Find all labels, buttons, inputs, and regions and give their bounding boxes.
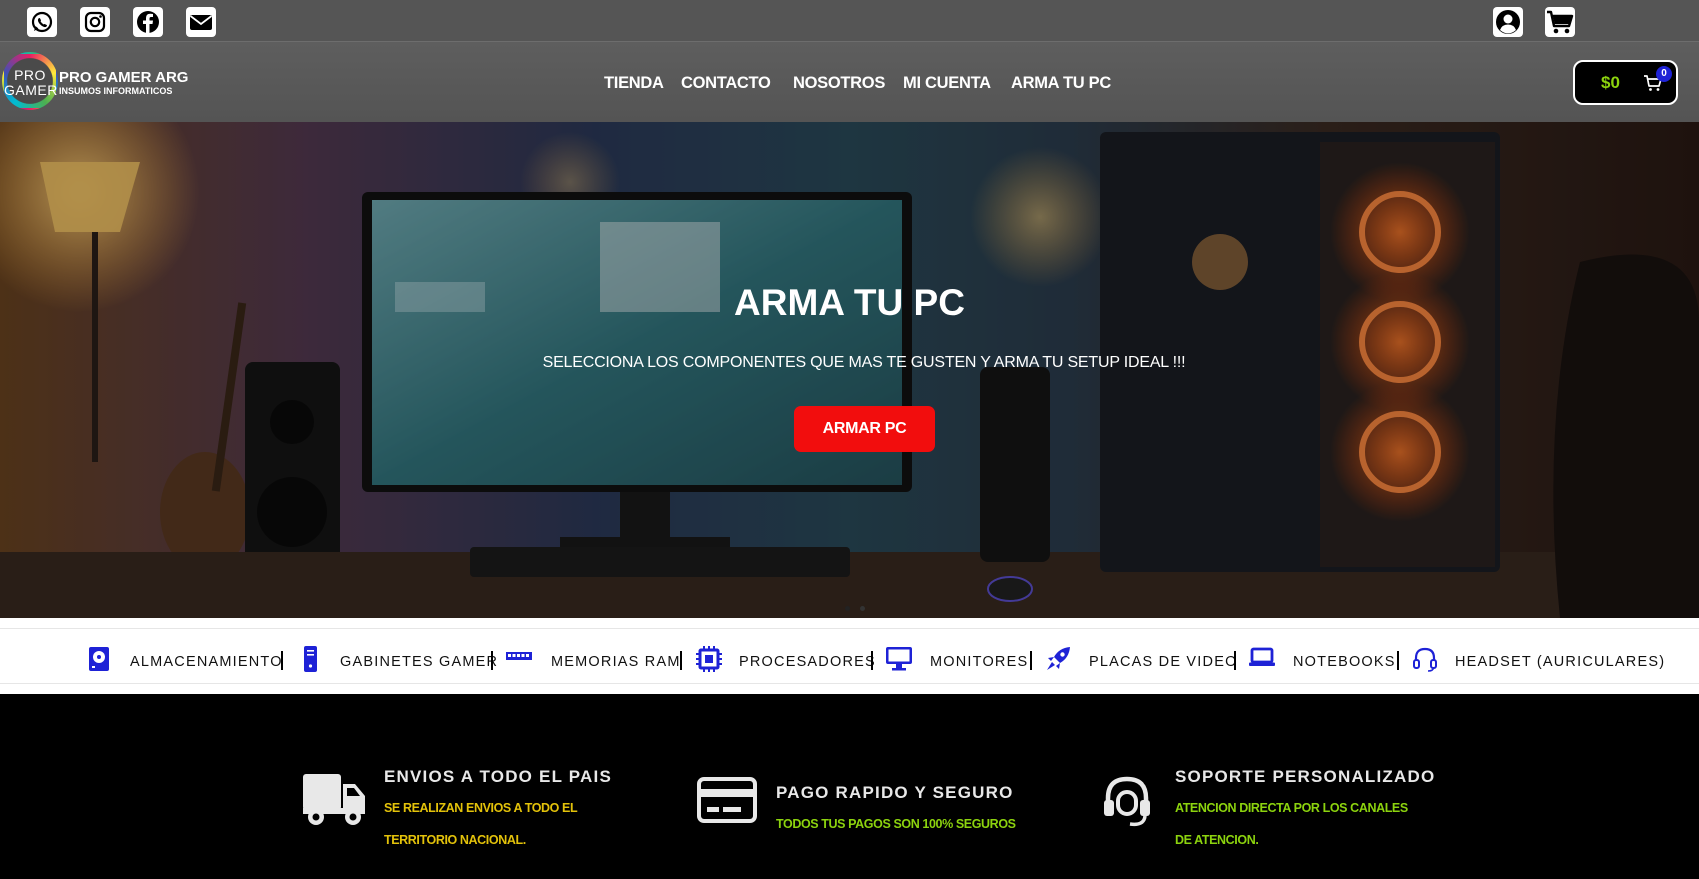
nav-nosotros[interactable]: NOSOTROS — [793, 74, 885, 93]
category-monitores[interactable]: MONITORES — [886, 646, 1029, 671]
feature-text: SE REALIZAN ENVIOS A TODO EL — [384, 801, 578, 815]
separator — [871, 651, 873, 670]
pc-tower-icon — [304, 646, 317, 672]
social-topbar — [0, 0, 1699, 42]
memory-icon — [506, 652, 532, 660]
slider-dot[interactable] — [860, 606, 866, 611]
hero-banner: ARMA TU PC SELECCIONA LOS COMPONENTES QU… — [0, 122, 1699, 618]
category-memorias-ram[interactable]: MEMORIAS RAM — [506, 646, 679, 670]
user-account-icon[interactable] — [1492, 7, 1524, 37]
rocket-icon — [1047, 647, 1070, 670]
separator — [1234, 651, 1236, 670]
category-label: MEMORIAS RAM — [551, 654, 681, 670]
cpu-chip-icon — [696, 646, 722, 672]
separator — [680, 651, 682, 670]
feature-title: ENVIOS A TODO EL PAIS — [384, 767, 612, 786]
hero-subtitle: SELECCIONA LOS COMPONENTES QUE MAS TE GU… — [542, 354, 1186, 371]
whatsapp-icon[interactable] — [27, 7, 57, 37]
category-headset[interactable]: HEADSET (AURICULARES) — [1412, 646, 1664, 672]
credit-card-icon — [697, 777, 757, 823]
cart-icon[interactable] — [1544, 7, 1576, 37]
site-logo[interactable]: PRO GAMER PRO GAMER ARG INSUMOS INFORMAT… — [2, 52, 188, 112]
category-label: NOTEBOOKS — [1293, 654, 1396, 670]
category-label: PROCESADORES — [739, 654, 876, 670]
slider-dots — [845, 598, 871, 616]
category-strip: ALMACENAMIENTO GABINETES GAMER MEMORIAS … — [0, 618, 1699, 694]
headset-support-icon — [1104, 776, 1150, 827]
armar-pc-button[interactable]: ARMAR PC — [794, 406, 935, 452]
separator — [1030, 651, 1032, 670]
category-notebooks[interactable]: NOTEBOOKS — [1249, 646, 1399, 670]
category-gabinetes-gamer[interactable]: GABINETES GAMER — [298, 646, 497, 672]
divider — [0, 628, 1699, 629]
separator — [491, 651, 493, 670]
logo-subtitle: INSUMOS INFORMATICOS — [59, 86, 173, 96]
category-label: GABINETES GAMER — [340, 654, 499, 670]
nav-contacto[interactable]: CONTACTO — [681, 74, 771, 93]
category-label: HEADSET (AURICULARES) — [1455, 654, 1666, 670]
feature-text: TERRITORIO NACIONAL. — [384, 833, 526, 847]
category-almacenamiento[interactable]: ALMACENAMIENTO — [86, 646, 282, 671]
feature-title: PAGO RAPIDO Y SEGURO — [776, 783, 1014, 802]
truck-icon — [303, 774, 365, 825]
nav-tienda[interactable]: TIENDA — [604, 74, 664, 93]
monitor-icon — [886, 647, 912, 671]
logo-title: PRO GAMER ARG — [59, 69, 189, 86]
envelope-icon[interactable] — [186, 7, 216, 37]
category-procesadores[interactable]: PROCESADORES — [696, 646, 875, 672]
nav-arma-tu-pc[interactable]: ARMA TU PC — [1011, 74, 1111, 93]
separator — [281, 651, 283, 670]
hard-drive-icon — [89, 647, 109, 671]
headset-icon — [1413, 647, 1437, 672]
divider — [0, 683, 1699, 684]
cart-total: $0 — [1601, 73, 1620, 92]
cart-count-badge: 0 — [1656, 66, 1672, 82]
slider-dot[interactable] — [845, 606, 850, 611]
category-label: MONITORES — [930, 654, 1029, 670]
separator — [1397, 651, 1399, 670]
features-section: ENVIOS A TODO EL PAIS SE REALIZAN ENVIOS… — [0, 694, 1699, 879]
instagram-icon[interactable] — [80, 7, 110, 37]
logo-badge: PRO GAMER — [2, 52, 58, 110]
nav-mi-cuenta[interactable]: MI CUENTA — [903, 74, 991, 93]
main-header: PRO GAMER PRO GAMER ARG INSUMOS INFORMAT… — [0, 42, 1699, 122]
category-placas-de-video[interactable]: PLACAS DE VIDEO — [1045, 646, 1236, 670]
category-label: PLACAS DE VIDEO — [1089, 654, 1238, 670]
feature-text: ATENCION DIRECTA POR LOS CANALES — [1175, 801, 1408, 815]
mini-cart-button[interactable]: $0 0 — [1573, 60, 1678, 105]
category-label: ALMACENAMIENTO — [130, 654, 283, 670]
hero-title: ARMA TU PC — [734, 282, 965, 323]
feature-text: TODOS TUS PAGOS SON 100% SEGUROS — [776, 817, 1016, 831]
facebook-icon[interactable] — [133, 7, 163, 37]
feature-title: SOPORTE PERSONALIZADO — [1175, 767, 1436, 786]
feature-text: DE ATENCION. — [1175, 833, 1259, 847]
laptop-icon — [1249, 647, 1275, 666]
